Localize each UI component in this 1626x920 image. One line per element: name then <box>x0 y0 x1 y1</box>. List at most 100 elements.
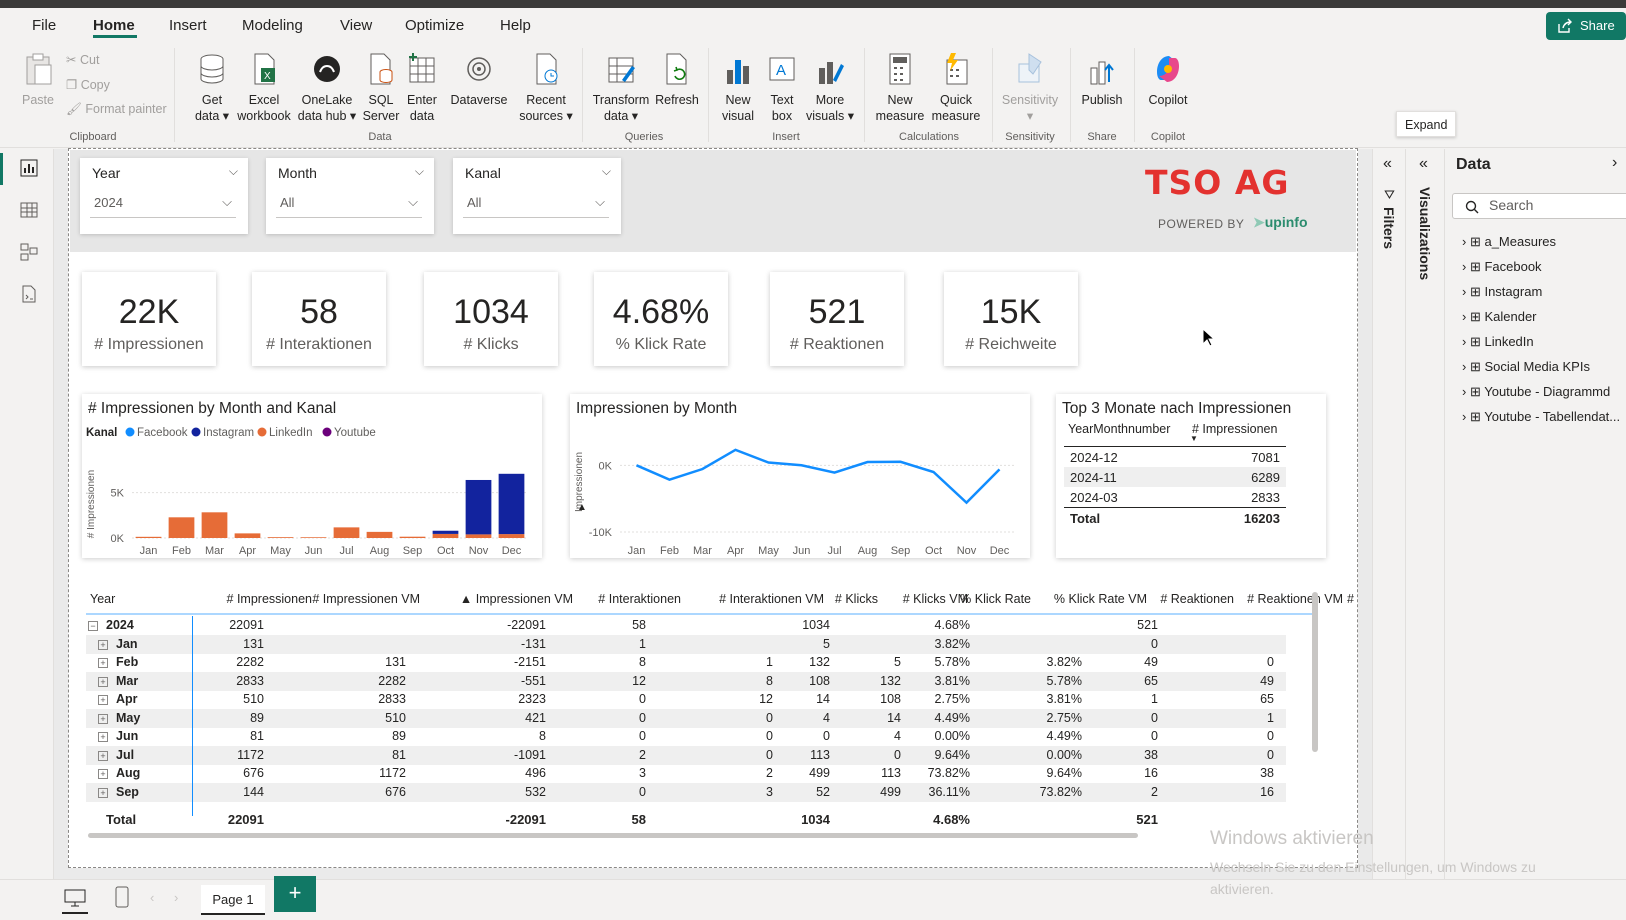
impressionen-by-month-kanal-chart[interactable]: # Impressionen by Month and Kanal Kanal F… <box>82 394 542 558</box>
report-view-icon[interactable] <box>20 159 38 177</box>
copilot-button[interactable]: Copilot <box>1140 52 1196 108</box>
table-row[interactable]: + Jul 1172 81 -1091 2 0 113 0 9.64% 0.00% 38 0 <box>86 745 1286 765</box>
desktop-view-icon[interactable] <box>64 889 86 907</box>
horizontal-scrollbar[interactable] <box>88 833 1138 838</box>
data-table-item[interactable]: › ⊞ Youtube - Tabellendat... <box>1462 409 1620 425</box>
new-visual-button[interactable]: New visual <box>716 52 760 124</box>
collapse-icon[interactable]: − <box>88 621 98 631</box>
column-header[interactable]: YearMonthnumber <box>1068 422 1170 436</box>
month-slicer[interactable]: Month ⌵ All ⌵ <box>266 158 434 234</box>
column-header[interactable]: # Interaktionen VM <box>719 592 824 606</box>
bar-segment[interactable] <box>135 536 162 538</box>
table-row[interactable]: −2024 22091 -22091 58 1034 4.68% 521 <box>86 616 1286 635</box>
data-table-item[interactable]: › ⊞ Youtube - Diagrammd <box>1462 384 1610 400</box>
sql-server-button[interactable]: SQL Server <box>360 52 402 124</box>
publish-button[interactable]: Publish <box>1076 52 1128 108</box>
chevron-down-icon[interactable]: ⌵ <box>602 164 611 179</box>
column-header[interactable]: % Klick Rate VM <box>1054 592 1147 606</box>
column-header[interactable]: # <box>1347 592 1354 606</box>
next-page-icon[interactable]: › <box>174 890 178 905</box>
dataverse-button[interactable]: Dataverse <box>446 52 512 108</box>
chevron-down-icon[interactable]: ⌵ <box>415 164 424 179</box>
table-row[interactable]: + May 89 510 421 0 0 4 14 4.49% 2.75% 0 1 <box>86 708 1286 728</box>
kpi-card-klick-rate[interactable]: 4.68%% Klick Rate <box>594 272 728 366</box>
column-header[interactable]: % Klick Rate <box>960 592 1031 606</box>
legend-label[interactable]: Instagram <box>203 427 254 439</box>
table-row[interactable]: 2024-03 2833 <box>1064 487 1286 507</box>
data-table-item[interactable]: › ⊞ LinkedIn <box>1462 334 1534 350</box>
bar-segment[interactable] <box>267 537 294 538</box>
menu-optimize[interactable]: Optimize <box>405 17 464 34</box>
top3-months-table[interactable]: Top 3 Monate nach Impressionen YearMonth… <box>1056 394 1326 558</box>
column-header[interactable]: # Reaktionen <box>1160 592 1234 606</box>
enter-data-button[interactable]: Enter data <box>402 52 442 124</box>
add-page-button[interactable]: + <box>274 876 316 912</box>
expand-icon[interactable]: + <box>98 750 108 761</box>
mobile-view-icon[interactable] <box>115 886 129 908</box>
new-measure-button[interactable]: New measure <box>872 52 928 124</box>
bar-segment[interactable] <box>498 473 525 535</box>
impressionen-by-month-chart[interactable]: Impressionen by Month Impressionen ▲ 0K -10… <box>570 394 1030 558</box>
column-header[interactable]: Year <box>90 592 115 606</box>
expand-icon[interactable]: + <box>98 695 108 705</box>
column-header[interactable]: # Klicks <box>835 592 878 606</box>
dax-query-view-icon[interactable] <box>20 285 38 303</box>
kpi-matrix[interactable]: Year # Impressionen # Impressionen VM ▲ Imp… <box>82 584 1354 840</box>
recent-sources-button[interactable]: Recent sources ▾ <box>512 52 580 124</box>
filters-pane-collapsed[interactable]: « ⛛ Filters <box>1372 149 1406 879</box>
get-data-button[interactable]: Get data ▾ <box>188 52 236 124</box>
column-header[interactable]: # Reaktionen VM <box>1247 592 1343 606</box>
table-row[interactable]: + Aug 676 1172 496 3 2 499 113 73.82% 9.64% 16 38 <box>86 764 1286 783</box>
kpi-card-reichweite[interactable]: 15K # Reichweite <box>944 272 1078 366</box>
table-view-icon[interactable] <box>20 201 38 219</box>
column-header[interactable]: # Impressionen <box>227 592 312 606</box>
legend-label[interactable]: Youtube <box>334 427 376 439</box>
menu-modeling[interactable]: Modeling <box>242 17 303 34</box>
bar-segment[interactable] <box>432 530 459 534</box>
legend-label[interactable]: Facebook <box>137 427 188 439</box>
bar-segment[interactable] <box>201 512 228 538</box>
text-box-button[interactable]: A Text box <box>762 52 802 124</box>
menu-file[interactable]: File <box>32 17 56 34</box>
menu-help[interactable]: Help <box>500 17 531 34</box>
table-row[interactable]: + Jun 81 89 8 0 0 0 4 0.00% 4.49% 0 0 <box>86 727 1286 746</box>
table-row[interactable]: + Apr 510 2833 2323 0 12 14 108 2.75% 3.81% 1 65 <box>86 690 1286 709</box>
data-table-item[interactable]: › ⊞ Facebook <box>1462 259 1542 275</box>
refresh-button[interactable]: Refresh <box>652 52 702 108</box>
vertical-scrollbar[interactable] <box>1312 592 1318 752</box>
sensitivity-button[interactable]: Sensitivity ▾ <box>998 52 1062 124</box>
quick-measure-button[interactable]: Quick measure <box>928 52 984 124</box>
prev-page-icon[interactable]: ‹ <box>150 890 154 905</box>
expand-icon[interactable]: + <box>98 787 108 798</box>
bar-segment[interactable] <box>366 531 393 538</box>
kpi-card-impressionen[interactable]: 22K # Impressionen <box>82 272 216 366</box>
transform-data-button[interactable]: Transform data ▾ <box>588 52 654 124</box>
share-button[interactable]: Share <box>1546 12 1626 40</box>
close-pane-icon[interactable]: › <box>1612 154 1617 172</box>
copy-button[interactable]: ❐ Copy <box>66 77 110 92</box>
column-header[interactable]: # Interaktionen <box>598 592 681 606</box>
data-search-input[interactable]: Search <box>1452 193 1626 219</box>
data-table-item[interactable]: › ⊞ Instagram <box>1462 284 1542 300</box>
expand-icon[interactable]: + <box>98 658 108 668</box>
excel-workbook-button[interactable]: X Excel workbook <box>236 52 292 124</box>
model-view-icon[interactable] <box>20 243 38 261</box>
bar-segment[interactable] <box>168 517 195 538</box>
legend-label[interactable]: LinkedIn <box>269 427 312 439</box>
kpi-card-klicks[interactable]: 1034 # Klicks <box>424 272 558 366</box>
kpi-card-reaktionen[interactable]: 521 # Reaktionen <box>770 272 904 366</box>
table-row[interactable]: 2024-11 6289 <box>1064 467 1286 487</box>
format-painter-button[interactable]: 🖌 Format painter <box>66 102 167 117</box>
onelake-data-hub-button[interactable]: OneLake data hub ▾ <box>294 52 360 124</box>
expand-icon[interactable]: + <box>98 639 108 650</box>
expand-icon[interactable]: + <box>98 769 108 779</box>
visualizations-pane-collapsed[interactable]: « Visualizations <box>1407 149 1445 879</box>
menu-home[interactable]: Home <box>93 17 135 34</box>
chevron-down-icon[interactable]: ⌵ <box>229 164 238 179</box>
data-table-item[interactable]: › ⊞ Kalender <box>1462 309 1537 325</box>
expand-icon[interactable]: + <box>98 713 108 724</box>
kanal-dropdown[interactable]: All ⌵ <box>463 190 609 218</box>
table-row[interactable]: + Jan 131 -131 1 5 3.82% 0 <box>86 634 1286 654</box>
data-table-item[interactable]: › ⊞ a_Measures <box>1462 234 1556 250</box>
bar-segment[interactable] <box>399 536 426 538</box>
